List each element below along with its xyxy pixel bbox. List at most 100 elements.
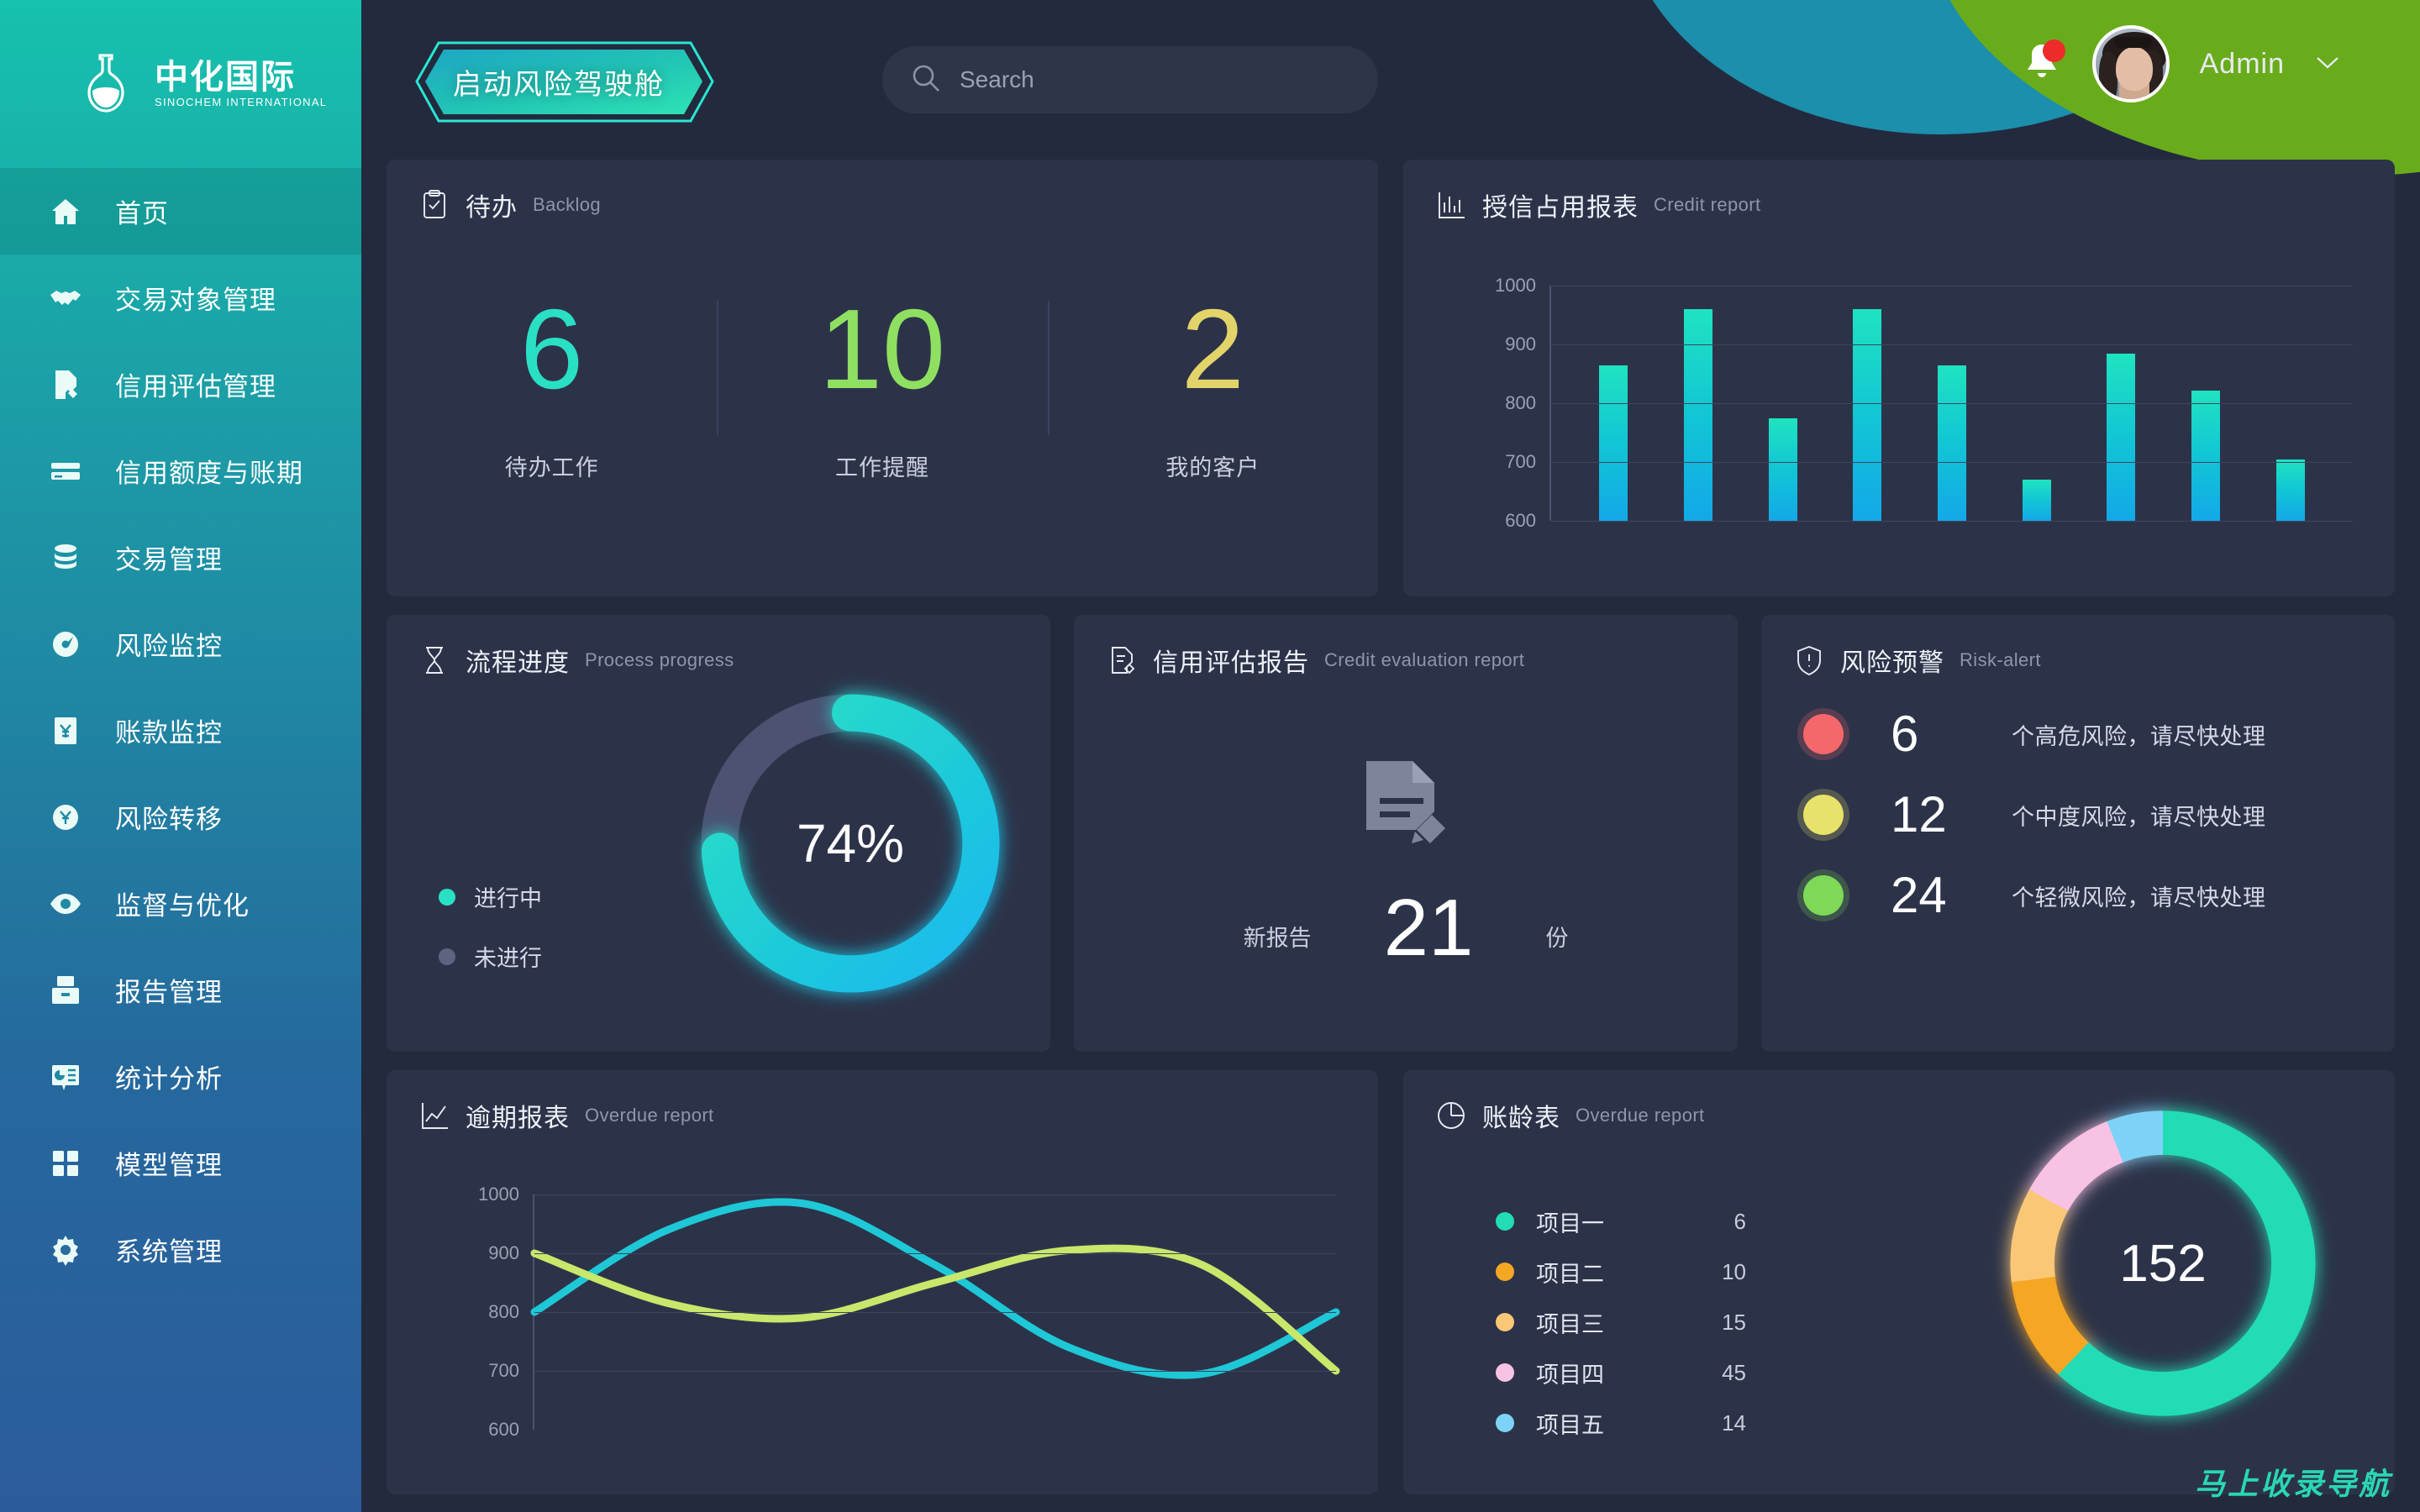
risk-text: 个轻微风险，请尽快处理 [2012,885,2266,911]
gridline [534,1253,1336,1254]
sidebar-item-payment-monitor[interactable]: 账款监控 [0,687,361,774]
progress-donut-chart: 74% [674,667,1027,1020]
y-axis-tick: 600 [488,1419,519,1440]
backlog-stat[interactable]: 6 待办工作 [387,292,717,482]
bar[interactable] [2191,390,2220,521]
analytics-board-icon [46,1058,85,1096]
legend-item[interactable]: 项目四 45 [1496,1347,1746,1398]
y-axis-tick: 800 [488,1301,519,1322]
risk-alert-row[interactable]: 24 个轻微风险，请尽快处理 [1761,870,2395,921]
bar[interactable] [2275,459,2305,521]
stat-value: 10 [818,286,946,412]
stat-label: 待办工作 [504,455,599,480]
gridline [1551,462,2353,463]
y-axis-tick: 700 [488,1360,519,1381]
report-count: 21 [1383,883,1474,973]
bar[interactable] [2107,353,2136,521]
legend-item[interactable]: 未进行 [439,940,542,973]
launch-risk-cockpit-button[interactable]: 启动风险驾驶舱 [395,38,723,126]
backlog-stat[interactable]: 2 我的客户 [1047,292,1378,482]
legend-label: 项目二 [1536,1261,1604,1287]
user-avatar[interactable] [2091,25,2170,102]
legend-item[interactable]: 项目三 15 [1496,1297,1746,1347]
sidebar-item-label: 系统管理 [115,1237,223,1267]
brand-logo[interactable]: 中化国际 SINOCHEM INTERNATIONAL [0,0,361,168]
card-header: 授信占用报表 Credit report [1403,160,2395,223]
gridline [1551,521,2353,522]
hourglass-icon [418,644,450,676]
overdue-line-chart: 600 700 800 900 1000 [462,1184,1336,1463]
sidebar-item-credit-assessment[interactable]: 信用评估管理 [0,341,361,428]
legend-label: 项目四 [1536,1362,1604,1388]
sidebar-item-credit-limit[interactable]: 信用额度与账期 [0,428,361,514]
sidebar-item-label: 统计分析 [115,1064,223,1094]
legend-value: 14 [1722,1410,1746,1436]
severity-indicator [1803,795,1844,835]
cockpit-button-label: 启动风险驾驶舱 [453,69,665,101]
bell-icon[interactable] [2022,39,2065,87]
flask-logo-icon [76,52,136,116]
document-edit-illustration [1360,758,1452,858]
legend-color-swatch [1496,1263,1514,1281]
backlog-stat[interactable]: 10 工作提醒 [717,292,1047,482]
chevron-down-icon[interactable] [2315,55,2340,74]
brand-name-en: SINOCHEM INTERNATIONAL [155,96,328,108]
sidebar-item-statistics[interactable]: 统计分析 [0,1033,361,1120]
sidebar-item-risk-transfer[interactable]: 风险转移 [0,774,361,860]
notification-badge [2042,39,2065,62]
card-title-cn: 流程进度 [466,649,570,677]
sidebar-item-label: 交易管理 [115,545,223,575]
legend-color-swatch [1496,1414,1514,1432]
sidebar-item-counterparty[interactable]: 交易对象管理 [0,255,361,341]
credit-evaluation-count: 新报告 21 份 [1074,883,1738,973]
risk-count: 24 [1891,867,1947,923]
risk-alert-list: 6 个高危风险，请尽快处理 12 个中度风险，请尽快处理 24 个轻微风险，请尽… [1761,709,2395,921]
bar[interactable] [1599,365,1628,521]
legend-item[interactable]: 项目五 14 [1496,1398,1746,1448]
sidebar-item-label: 报告管理 [115,978,223,1007]
legend-label: 进行中 [474,886,542,911]
document-edit-icon [46,365,85,404]
card-title-en: Credit evaluation report [1324,649,1525,670]
y-axis-tick: 900 [488,1242,519,1263]
legend-item[interactable]: 项目一 6 [1496,1196,1746,1247]
card-title-cn: 逾期报表 [466,1105,570,1132]
sidebar-item-system-management[interactable]: 系统管理 [0,1206,361,1293]
risk-alert-row[interactable]: 12 个中度风险，请尽快处理 [1761,790,2395,840]
card-title-cn: 风险预警 [1840,649,1944,677]
sidebar-item-label: 风险转移 [115,805,223,834]
search-bar[interactable] [882,46,1378,113]
brand-name-cn: 中化国际 [155,59,296,96]
sidebar-item-label: 信用评估管理 [115,372,276,402]
plot-area [533,1194,1336,1430]
bar[interactable] [1683,309,1712,521]
sidebar-item-risk-monitor[interactable]: 风险监控 [0,601,361,687]
card-backlog: 待办 Backlog 6 待办工作 10 工作提醒 2 我的客户 [387,160,1378,596]
shield-alert-icon [1793,644,1825,676]
bar[interactable] [1937,365,1966,521]
gridline [534,1194,1336,1195]
sidebar-item-label: 首页 [115,199,169,228]
sidebar-item-report-management[interactable]: 报告管理 [0,947,361,1033]
sidebar-item-home[interactable]: 首页 [0,168,361,255]
dashboard-page: 中化国际 SINOCHEM INTERNATIONAL 首页 交易对象管理 信用… [0,0,2420,1512]
card-title-en: Backlog [533,194,602,215]
bar-chart-icon [1435,189,1467,221]
risk-alert-row[interactable]: 6 个高危风险，请尽快处理 [1761,709,2395,759]
legend-value: 45 [1722,1359,1746,1385]
gear-icon [46,1231,85,1269]
gridline [1551,344,2353,345]
card-title-cn: 待办 [466,194,518,222]
legend-item[interactable]: 进行中 [439,880,542,913]
sidebar-item-supervision[interactable]: 监督与优化 [0,860,361,947]
yuan-note-icon [46,711,85,750]
bar[interactable] [2022,480,2051,521]
sidebar-item-label: 交易对象管理 [115,286,276,315]
search-input[interactable] [960,66,1351,93]
bar[interactable] [1853,309,1882,521]
sidebar-item-transaction[interactable]: 交易管理 [0,514,361,601]
legend-item[interactable]: 项目二 10 [1496,1247,1746,1297]
bar[interactable] [1768,417,1797,521]
card-title-cn: 账龄表 [1482,1105,1560,1132]
sidebar-item-model-management[interactable]: 模型管理 [0,1120,361,1206]
